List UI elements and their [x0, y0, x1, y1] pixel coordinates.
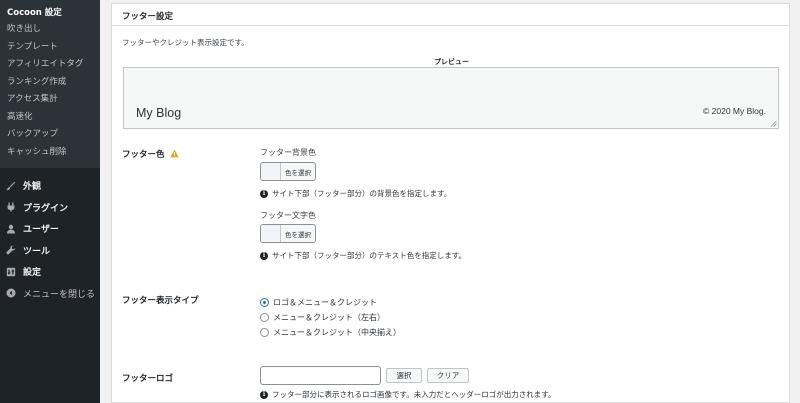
help-text: フッター部分に表示されるロゴ画像です。未入力だとヘッダーロゴが出力されます。 [272, 390, 556, 399]
menu-item-users[interactable]: ユーザー [0, 218, 100, 240]
radio-button[interactable] [260, 298, 269, 307]
footer-bg-color-button[interactable]: 色を選択 [260, 162, 316, 181]
footer-type-option-logo-menu-credit[interactable]: ロゴ＆メニュー＆クレジット [260, 297, 377, 308]
info-icon: i [260, 251, 268, 260]
user-icon [6, 224, 16, 234]
footer-logo-help: i フッター部分に表示されるロゴ画像です。未入力だとヘッダーロゴが出力されます。 [260, 389, 556, 400]
preview-label: プレビュー [434, 58, 469, 66]
collapse-icon [6, 288, 16, 298]
cocoon-submenu: Cocoon 設定 吹き出し テンプレート アフィリエイトタグ ランキング作成 … [0, 0, 100, 161]
submenu-item-speed[interactable]: 高速化 [0, 109, 100, 127]
menu-label: ユーザー [23, 225, 59, 236]
footer-type-option-menu-credit-center[interactable]: メニュー＆クレジット（中央揃え） [260, 327, 401, 338]
radio-label: メニュー＆クレジット（中央揃え） [273, 328, 401, 337]
paintbrush-icon [6, 181, 16, 191]
radio-label: メニュー＆クレジット（左右） [273, 313, 385, 322]
menu-item-tools[interactable]: ツール [0, 240, 100, 262]
color-button-label: 色を選択 [285, 230, 311, 239]
admin-main-menu: 外観 プラグイン ユーザー ツール 設定 メニューを閉じる [0, 168, 100, 403]
panel-title: フッター設定 [112, 4, 789, 26]
menu-item-collapse[interactable]: メニューを閉じる [0, 283, 100, 305]
submenu-item-template[interactable]: テンプレート [0, 39, 100, 57]
logo-select-button[interactable]: 選択 [386, 368, 422, 383]
submenu-item-backup[interactable]: バックアップ [0, 126, 100, 144]
footer-text-color-button[interactable]: 色を選択 [260, 224, 316, 243]
settings-icon [6, 267, 16, 277]
resize-grip-icon[interactable] [770, 120, 777, 127]
radio-label: ロゴ＆メニュー＆クレジット [273, 298, 377, 307]
submenu-item-access-stats[interactable]: アクセス集計 [0, 91, 100, 109]
info-icon: i [260, 189, 268, 198]
color-swatch [261, 225, 281, 242]
preview-blog-name: My Blog [136, 106, 182, 120]
footer-logo-url-input[interactable] [260, 366, 381, 385]
footer-settings-panel: フッター設定 フッターやクレジット表示設定です。 プレビュー My Blog ©… [111, 3, 790, 403]
preview-copyright: © 2020 My Blog. [703, 106, 766, 116]
submenu-item-cache-clear[interactable]: キャッシュ削除 [0, 144, 100, 162]
color-button-label: 色を選択 [285, 168, 311, 177]
warning-icon [170, 149, 180, 158]
plugin-icon [6, 202, 16, 212]
submenu-item-balloon[interactable]: 吹き出し [0, 21, 100, 39]
submenu-item-ranking[interactable]: ランキング作成 [0, 74, 100, 92]
logo-clear-button[interactable]: クリア [427, 368, 469, 383]
footer-bg-color-label: フッター背景色 [260, 148, 316, 157]
radio-button[interactable] [260, 328, 269, 337]
menu-label: 設定 [23, 268, 42, 279]
info-icon: i [260, 390, 268, 399]
help-text: サイト下部（フッター部分）のテキスト色を指定します。 [272, 251, 467, 260]
footer-text-color-help: i サイト下部（フッター部分）のテキスト色を指定します。 [260, 250, 466, 261]
admin-sidebar: Cocoon 設定 吹き出し テンプレート アフィリエイトタグ ランキング作成 … [0, 0, 100, 403]
menu-item-settings[interactable]: 設定 [0, 261, 100, 283]
footer-text-color-label: フッター文字色 [260, 211, 316, 220]
panel-description: フッターやクレジット表示設定です。 [122, 38, 249, 47]
menu-label: メニューを閉じる [23, 289, 96, 300]
menu-label: 外観 [23, 182, 42, 193]
wrench-icon [6, 245, 16, 255]
footer-bg-color-help: i サイト下部（フッター部分）の背景色を指定します。 [260, 188, 451, 199]
menu-item-plugins[interactable]: プラグイン [0, 197, 100, 219]
radio-button[interactable] [260, 313, 269, 322]
footer-color-label: フッター色 [122, 148, 180, 160]
footer-logo-label: フッターロゴ [122, 374, 174, 384]
color-swatch [261, 163, 281, 180]
menu-label: ツール [23, 246, 51, 257]
footer-preview[interactable]: My Blog © 2020 My Blog. [123, 67, 779, 129]
menu-item-appearance[interactable]: 外観 [0, 175, 100, 197]
menu-label: プラグイン [23, 203, 69, 214]
footer-type-label: フッター表示タイプ [122, 296, 199, 306]
footer-color-label-text: フッター色 [122, 150, 165, 160]
submenu-title[interactable]: Cocoon 設定 [0, 4, 100, 21]
help-text: サイト下部（フッター部分）の背景色を指定します。 [272, 189, 452, 198]
submenu-item-affiliate-tag[interactable]: アフィリエイトタグ [0, 56, 100, 74]
footer-type-option-menu-credit-lr[interactable]: メニュー＆クレジット（左右） [260, 312, 385, 323]
